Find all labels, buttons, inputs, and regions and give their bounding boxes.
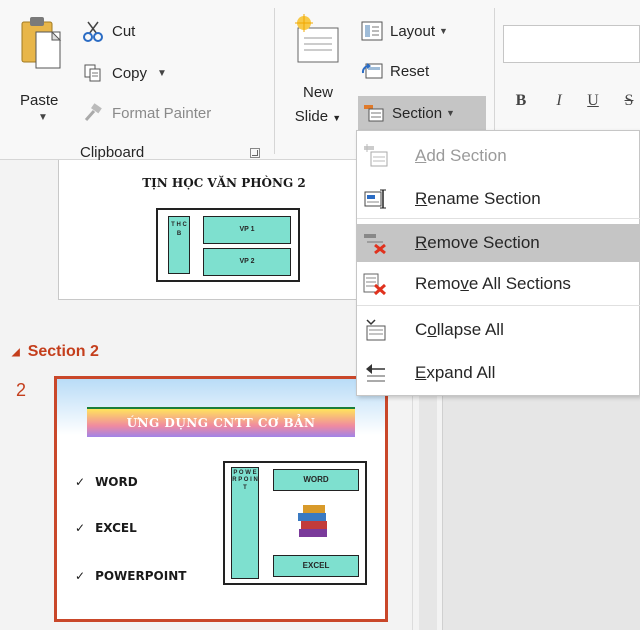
menu-separator [357, 218, 640, 219]
paste-button[interactable]: Paste ▼ [14, 14, 70, 126]
menu-item-remove-section[interactable]: Remove Section [357, 224, 640, 262]
scissors-icon [80, 19, 106, 43]
new-slide-button[interactable]: New Slide ▼ [285, 14, 351, 134]
slide-2-box-excel: EXCEL [273, 555, 359, 577]
layout-button[interactable]: Layout ▼ [360, 18, 448, 44]
cut-button[interactable]: Cut [80, 18, 135, 44]
format-painter-label: Format Painter [112, 104, 212, 122]
new-slide-icon [295, 14, 339, 63]
section-2-header[interactable]: ◢ Section 2 [12, 342, 99, 362]
rename-section-icon [361, 186, 391, 212]
reset-icon [360, 60, 384, 82]
expand-all-icon [361, 360, 391, 386]
paste-label: Paste [20, 92, 59, 109]
menu-item-label: Remove Section [415, 233, 540, 252]
slide-number: 2 [16, 380, 27, 400]
collapse-triangle-icon[interactable]: ◢ [12, 347, 20, 358]
paintbrush-icon [80, 101, 106, 125]
clipboard-group-label: Clipboard [80, 144, 145, 161]
section-icon [362, 102, 386, 124]
menu-item-rename-section[interactable]: Rename Section [357, 180, 640, 218]
new-slide-label: New [302, 84, 333, 101]
books-icon [298, 505, 327, 537]
add-section-icon [361, 143, 391, 169]
slide-thumbnail-1[interactable]: TỊN HỌC VĂN PHÒNG 2 T H C B VP 1 VP 2 [58, 160, 388, 300]
remove-section-icon [361, 230, 391, 256]
slide-1-title: TỊN HỌC VĂN PHÒNG 2 [142, 176, 306, 190]
section-label: Section [392, 104, 443, 122]
menu-item-label: Remove All Sections [415, 274, 571, 293]
checkmark-icon: ✓ [75, 569, 86, 583]
copy-dropdown-arrow[interactable]: ▼ [157, 68, 167, 79]
copy-icon [80, 61, 106, 85]
paste-icon [21, 17, 62, 69]
slide-2-diagram: P O W E R P O I N T WORD EXCEL [223, 461, 367, 585]
slide-1-box-vp1: VP 1 [203, 216, 291, 244]
reset-button[interactable]: Reset [360, 58, 429, 84]
checkmark-icon: ✓ [75, 475, 86, 489]
slide-2-column-box: P O W E R P O I N T [231, 467, 259, 579]
copy-label: Copy [112, 64, 148, 82]
remove-all-sections-icon [361, 271, 391, 297]
new-slide-label-2: Slide ▼ [294, 108, 342, 125]
clipboard-dialog-launcher[interactable] [250, 148, 260, 158]
slide-2-bullet: ✓ EXCEL [75, 521, 137, 535]
underline-button[interactable]: U [584, 92, 602, 110]
menu-item-remove-all-sections[interactable]: Remove All Sections [357, 265, 640, 303]
menu-item-expand-all[interactable]: Expand All [357, 354, 640, 392]
ribbon-separator [274, 8, 275, 154]
menu-separator [357, 305, 640, 306]
copy-button[interactable]: Copy ▼ [80, 60, 167, 86]
checkmark-icon: ✓ [75, 521, 86, 535]
strikethrough-button[interactable]: S [620, 92, 638, 110]
menu-item-label: Rename Section [415, 189, 541, 208]
slide-2-title: ỨNG DỤNG CNTT CƠ BẢN [87, 407, 355, 437]
slide-2-box-word: WORD [273, 469, 359, 491]
collapse-all-icon [361, 317, 391, 343]
menu-item-add-section[interactable]: Add Section [357, 137, 640, 175]
italic-button[interactable]: I [550, 92, 568, 110]
slide-1-box-vp2: VP 2 [203, 248, 291, 276]
section-dropdown-menu: Add Section Rename Section Remove Sectio… [356, 130, 640, 396]
section-button[interactable]: Section ▼ [358, 96, 486, 130]
cut-label: Cut [112, 22, 136, 40]
reset-label: Reset [390, 62, 430, 80]
menu-item-label: Collapse All [415, 320, 504, 339]
layout-dropdown-arrow: ▼ [439, 26, 448, 36]
bold-button[interactable]: B [512, 92, 530, 110]
section-dropdown-arrow: ▼ [446, 108, 455, 118]
layout-label: Layout [390, 22, 436, 40]
slide-2-bullet: ✓ WORD [75, 475, 138, 489]
slide-1-column-box: T H C B [168, 216, 190, 274]
section-2-label: Section 2 [27, 343, 99, 360]
font-name-combobox[interactable] [503, 25, 640, 63]
paste-dropdown-arrow[interactable]: ▼ [38, 112, 48, 123]
menu-item-label: Expand All [415, 363, 496, 382]
slide-1-diagram: T H C B VP 1 VP 2 [156, 208, 300, 282]
layout-icon [360, 20, 384, 42]
menu-item-collapse-all[interactable]: Collapse All [357, 311, 640, 349]
slide-thumbnail-2[interactable]: ỨNG DỤNG CNTT CƠ BẢN ✓ WORD ✓ EXCEL ✓ POWER… [54, 376, 388, 622]
format-painter-button[interactable]: Format Painter [80, 100, 211, 126]
slide-2-bullet: ✓ POWERPOINT [75, 569, 187, 583]
menu-item-label: Add Section [415, 146, 507, 165]
